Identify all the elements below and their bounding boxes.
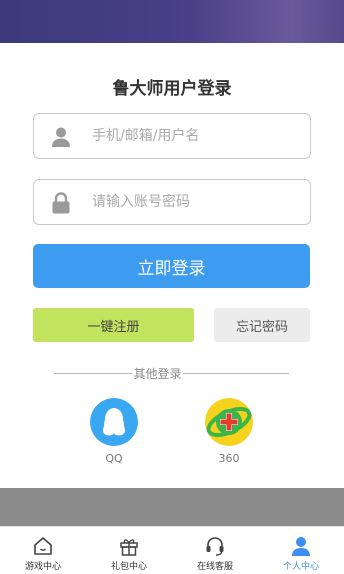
divider-left [54, 373, 132, 374]
360-login-button[interactable]: 360 [204, 398, 254, 465]
register-button[interactable]: 一键注册 [33, 308, 194, 342]
tab-label: 礼包中心 [110, 562, 147, 572]
qq-login-button[interactable]: QQ [89, 398, 139, 465]
tab-label: 游戏中心 [24, 562, 61, 572]
bottom-tab-bar: 游戏中心 礼包中心 在线客服 个人中心 [0, 526, 344, 574]
360-label: 360 [218, 452, 240, 465]
top-banner [0, 0, 344, 43]
divider-right [183, 373, 289, 374]
page-title: 鲁大师用户登录 [112, 79, 232, 99]
username-input[interactable] [92, 114, 302, 158]
tab-gift-center[interactable]: 礼包中心 [86, 527, 172, 574]
user-icon [52, 127, 70, 147]
tab-online-service[interactable]: 在线客服 [172, 527, 258, 574]
tab-label: 在线客服 [196, 562, 233, 572]
password-field[interactable] [33, 179, 311, 225]
forgot-password-button[interactable]: 忘记密码 [214, 308, 310, 342]
360-icon[interactable] [205, 398, 253, 446]
qq-label: QQ [105, 452, 123, 465]
gift-icon [120, 539, 138, 556]
home-icon [34, 537, 52, 555]
other-login-label: 其他登录 [133, 367, 182, 381]
tab-personal-center[interactable]: 个人中心 [258, 527, 344, 574]
tab-label: 个人中心 [282, 562, 319, 572]
headset-icon [206, 537, 224, 556]
login-button[interactable]: 立即登录 [33, 244, 310, 288]
tab-game-center[interactable]: 游戏中心 [0, 527, 86, 574]
qq-icon[interactable] [90, 398, 138, 446]
username-field[interactable] [33, 113, 311, 159]
gray-band [0, 488, 344, 526]
password-input[interactable] [92, 180, 302, 224]
user-icon [292, 537, 310, 556]
lock-icon [52, 192, 70, 214]
